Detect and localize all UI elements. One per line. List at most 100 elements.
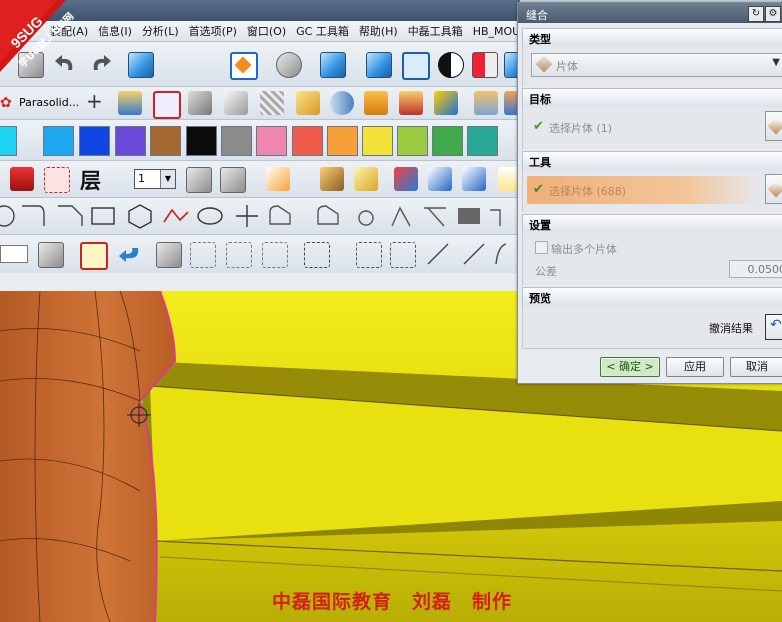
tolerance-input[interactable]: 0.0500 — [729, 260, 782, 278]
toolbar-row-edit — [0, 235, 520, 274]
status-strip — [0, 273, 520, 292]
section-settings-header[interactable]: 设置 — [522, 214, 782, 234]
color-swatch-6[interactable] — [221, 126, 252, 156]
mold-tool-icon[interactable] — [474, 91, 498, 115]
filter-cursor-icon[interactable] — [80, 242, 108, 270]
render-style-icon[interactable] — [320, 52, 346, 78]
wcs-icon[interactable] — [266, 167, 290, 191]
color-swatch-5[interactable] — [186, 126, 217, 156]
color-swatch-11[interactable] — [397, 126, 428, 156]
fit-view-icon[interactable] — [230, 52, 258, 80]
return-icon[interactable] — [118, 246, 142, 264]
curve-tool-icon[interactable] — [188, 91, 212, 115]
surface-tool-icon[interactable] — [224, 91, 248, 115]
dialog-titlebar: 缝合 ↻ ⚙ — [518, 3, 782, 23]
section-preview-header[interactable]: 预览 — [522, 287, 782, 307]
contrast-icon[interactable] — [438, 52, 464, 78]
color-swatch-3[interactable] — [115, 126, 146, 156]
rotate-icon[interactable] — [190, 242, 216, 268]
color-swatch-12[interactable] — [432, 126, 463, 156]
color-swatch-8[interactable] — [292, 126, 323, 156]
mesh-surface-icon[interactable] — [260, 91, 284, 115]
link-icon[interactable] — [38, 242, 64, 268]
line-tools[interactable] — [426, 242, 506, 266]
parasolid-label[interactable]: Parasolid... — [19, 96, 79, 109]
select-sheet-button[interactable] — [765, 111, 782, 141]
color-swatch-13[interactable] — [467, 126, 498, 156]
offset-icon — [358, 210, 374, 226]
menu-window[interactable]: 窗口(O) — [247, 23, 286, 39]
select-tool-sheet-button[interactable] — [765, 174, 782, 204]
transform-icon[interactable] — [226, 242, 252, 268]
color-swatch-1[interactable] — [43, 126, 74, 156]
move-to-layer-icon[interactable] — [220, 167, 246, 193]
apply-button[interactable]: 应用 — [666, 357, 724, 377]
type-select[interactable]: 片体 ▼ — [531, 53, 782, 77]
move-icon[interactable] — [262, 242, 288, 268]
snap-points-icon[interactable] — [356, 242, 382, 268]
section-target-header[interactable]: 目标 — [522, 88, 782, 108]
snap-center-icon[interactable] — [390, 242, 416, 268]
snap3-icon[interactable] — [462, 167, 486, 191]
section-tool-header[interactable]: 工具 — [522, 151, 782, 171]
menu-analysis[interactable]: 分析(L) — [142, 23, 179, 39]
snap-icon[interactable] — [394, 167, 418, 191]
red-solid-icon[interactable] — [10, 167, 34, 191]
parasolid-icon[interactable]: ✿ — [0, 95, 12, 111]
box-select-icon[interactable] — [304, 242, 330, 268]
shaded-cube-icon[interactable] — [366, 52, 392, 78]
extrude-icon[interactable] — [296, 91, 320, 115]
analysis-icon[interactable] — [354, 167, 378, 191]
undo-result-button[interactable]: ↶ — [765, 314, 782, 340]
menu-help[interactable]: 帮助(H) — [359, 23, 398, 39]
layer-settings-icon[interactable] — [186, 167, 212, 193]
highlight-icon[interactable] — [44, 167, 70, 193]
shade-mode-icon[interactable] — [276, 52, 302, 78]
color-swatch-9[interactable] — [327, 126, 358, 156]
circle-icon — [0, 205, 15, 227]
chevron-down-icon: ▼ — [772, 57, 780, 68]
view-cube-icon[interactable] — [128, 52, 154, 78]
solid-edit-icon[interactable] — [156, 242, 182, 268]
output-multiple-checkbox[interactable] — [535, 241, 548, 254]
sketch-tools — [0, 204, 501, 229]
gear-icon[interactable]: ⚙ — [765, 6, 781, 22]
point-icon[interactable]: + — [86, 89, 103, 113]
type-select-value: 片体 — [556, 60, 578, 73]
color-swatch-0[interactable] — [0, 126, 17, 156]
layer-icon[interactable]: 层 — [80, 165, 101, 195]
snap2-icon[interactable] — [428, 167, 452, 191]
ok-button[interactable]: < 确定 > — [600, 357, 660, 377]
reset-icon[interactable]: ↻ — [748, 6, 764, 22]
trim-icon[interactable] — [399, 91, 423, 115]
color-swatch-4[interactable] — [150, 126, 181, 156]
redo-icon[interactable] — [86, 54, 116, 74]
layer-select[interactable]: 1 ▼ — [134, 169, 176, 189]
csys-icon[interactable] — [118, 91, 142, 115]
spline-icon — [163, 208, 189, 223]
color-swatch-7[interactable] — [256, 126, 287, 156]
color-swatch-2[interactable] — [79, 126, 110, 156]
select-filter-icon[interactable] — [153, 91, 181, 119]
measure-icon[interactable] — [320, 167, 344, 191]
cylinder-icon[interactable] — [330, 91, 354, 115]
section-cube-icon[interactable] — [472, 52, 498, 78]
target-select-label[interactable]: 选择片体 (1) — [549, 120, 612, 136]
menu-gc-toolbox[interactable]: GC 工具箱 — [296, 23, 349, 39]
color-swatch-10[interactable] — [362, 126, 393, 156]
filter-select[interactable] — [0, 245, 28, 263]
tool-select-highlight[interactable]: ✔ 选择片体 (688) — [527, 176, 755, 204]
wireframe-cube-icon[interactable] — [402, 52, 430, 80]
feature-icon[interactable] — [434, 91, 458, 115]
menu-preferences[interactable]: 首选项(P) — [189, 23, 237, 39]
pattern-icon[interactable] — [364, 91, 388, 115]
chevron-down-icon: ▼ — [160, 170, 175, 188]
toolbar-row-sketch — [0, 198, 520, 235]
undo-arrow-icon: ↶ — [770, 317, 782, 333]
section-type-header[interactable]: 类型 — [522, 28, 782, 48]
menu-info[interactable]: 信息(I) — [98, 23, 132, 39]
output-multiple-label: 输出多个片体 — [551, 243, 617, 256]
sew-dialog: 缝合 ↻ ⚙ 类型 片体 ▼ 目标 ✔ 选择片体 (1) 工具 ✔ 选择片体 (… — [517, 2, 782, 384]
menu-zhonglei-toolbox[interactable]: 中磊工具箱 — [408, 23, 463, 39]
cancel-button[interactable]: 取消 — [730, 357, 782, 377]
